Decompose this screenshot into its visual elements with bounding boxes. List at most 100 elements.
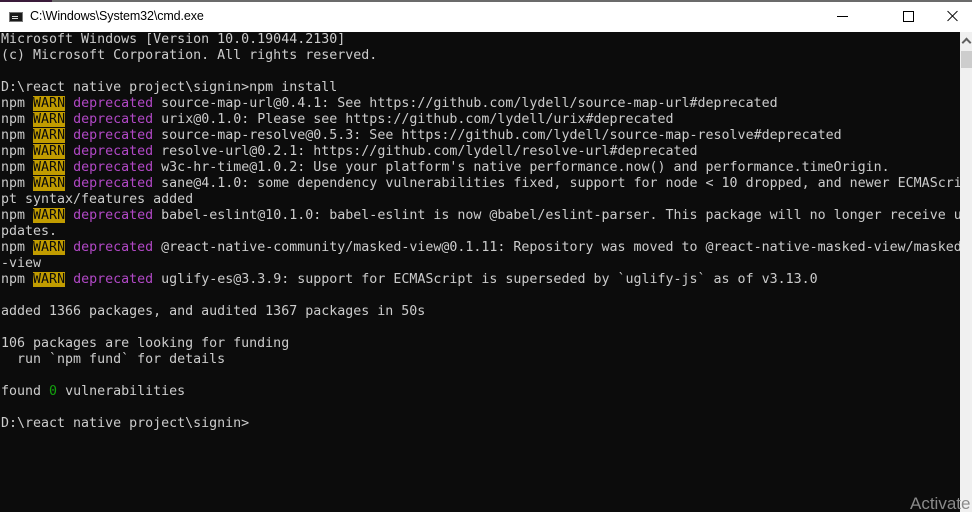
deprecated-tag: deprecated <box>73 144 154 159</box>
console-text: -view <box>1 256 42 271</box>
minimize-button[interactable] <box>819 2 865 30</box>
deprecated-tag: deprecated <box>73 208 154 223</box>
console-text: D:\react native project\signin> <box>1 416 250 431</box>
console-text: Microsoft Windows [Version 10.0.19044.21… <box>1 32 346 47</box>
warn-badge: WARN <box>33 128 66 143</box>
warn-message: babel-eslint@10.1.0: babel-eslint is now… <box>161 208 960 223</box>
warn-message: resolve-url@0.2.1: https://github.com/ly… <box>161 144 698 159</box>
warn-badge: WARN <box>33 208 66 223</box>
console-text: run `npm fund` for details <box>1 352 226 367</box>
warn-badge: WARN <box>33 112 66 127</box>
close-icon <box>947 10 959 22</box>
console-line: D:\react native project\signin>npm insta… <box>1 80 960 96</box>
console-line: pt syntax/features added <box>1 192 960 208</box>
console-line: npm WARN deprecated source-map-url@0.4.1… <box>1 96 960 112</box>
console-text: pdates. <box>1 224 58 239</box>
deprecated-tag: deprecated <box>73 272 154 287</box>
warn-message: source-map-url@0.4.1: See https://github… <box>161 96 778 111</box>
warn-message: sane@4.1.0: some dependency vulnerabilit… <box>161 176 960 191</box>
console-line: -view <box>1 256 960 272</box>
console-line: D:\react native project\signin> <box>1 416 960 432</box>
warn-message: urix@0.1.0: Please see https://github.co… <box>161 112 674 127</box>
npm-prefix: npm <box>1 160 26 175</box>
close-button[interactable] <box>930 2 972 30</box>
warn-badge: WARN <box>33 96 66 111</box>
npm-prefix: npm <box>1 208 26 223</box>
console-line: Microsoft Windows [Version 10.0.19044.21… <box>1 32 960 48</box>
npm-prefix: npm <box>1 144 26 159</box>
deprecated-tag: deprecated <box>73 128 154 143</box>
npm-prefix: npm <box>1 272 26 287</box>
warn-badge: WARN <box>33 272 66 287</box>
maximize-button[interactable] <box>885 2 931 30</box>
console-line: npm WARN deprecated uglify-es@3.3.9: sup… <box>1 272 960 288</box>
console-line: npm WARN deprecated @react-native-commun… <box>1 240 960 256</box>
console-output[interactable]: Microsoft Windows [Version 10.0.19044.21… <box>0 32 960 512</box>
npm-prefix: npm <box>1 112 26 127</box>
console-lines: Microsoft Windows [Version 10.0.19044.21… <box>1 32 960 432</box>
minimize-icon <box>836 15 848 17</box>
console-line: npm WARN deprecated babel-eslint@10.1.0:… <box>1 208 960 224</box>
vulnerability-count: 0 <box>49 384 58 399</box>
deprecated-tag: deprecated <box>73 240 154 255</box>
console-line: run `npm fund` for details <box>1 352 960 368</box>
console-line: npm WARN deprecated resolve-url@0.2.1: h… <box>1 144 960 160</box>
npm-prefix: npm <box>1 240 26 255</box>
warn-badge: WARN <box>33 144 66 159</box>
vuln-text-after: vulnerabilities <box>57 384 186 399</box>
deprecated-tag: deprecated <box>73 96 154 111</box>
console-text: 106 packages are looking for funding <box>1 336 290 351</box>
warn-message: w3c-hr-time@1.0.2: Use your platform's n… <box>161 160 890 175</box>
window-title: C:\Windows\System32\cmd.exe <box>30 9 204 23</box>
warn-badge: WARN <box>33 160 66 175</box>
npm-prefix: npm <box>1 176 26 191</box>
npm-prefix: npm <box>1 128 26 143</box>
console-text: pt syntax/features added <box>1 192 194 207</box>
console-line: added 1366 packages, and audited 1367 pa… <box>1 304 960 320</box>
deprecated-tag: deprecated <box>73 176 154 191</box>
console-text: (c) Microsoft Corporation. All rights re… <box>1 48 378 63</box>
scroll-up-arrow-icon[interactable] <box>960 32 972 49</box>
warn-message: uglify-es@3.3.9: support for ECMAScript … <box>161 272 818 287</box>
console-line: npm WARN deprecated urix@0.1.0: Please s… <box>1 112 960 128</box>
deprecated-tag: deprecated <box>73 160 154 175</box>
console-line: npm WARN deprecated sane@4.1.0: some dep… <box>1 176 960 192</box>
cmd-app-icon[interactable] <box>9 12 23 22</box>
warn-message: source-map-resolve@0.5.3: See https://gi… <box>161 128 842 143</box>
console-line: npm WARN deprecated w3c-hr-time@1.0.2: U… <box>1 160 960 176</box>
console-text: D:\react native project\signin>npm insta… <box>1 80 338 95</box>
scroll-thumb[interactable] <box>961 51 972 68</box>
console-line: pdates. <box>1 224 960 240</box>
maximize-icon <box>902 10 914 22</box>
warn-badge: WARN <box>33 240 66 255</box>
console-line: npm WARN deprecated source-map-resolve@0… <box>1 128 960 144</box>
deprecated-tag: deprecated <box>73 112 154 127</box>
vertical-scrollbar[interactable] <box>960 32 972 512</box>
console-line: 106 packages are looking for funding <box>1 336 960 352</box>
warn-message: @react-native-community/masked-view@0.1.… <box>161 240 960 255</box>
